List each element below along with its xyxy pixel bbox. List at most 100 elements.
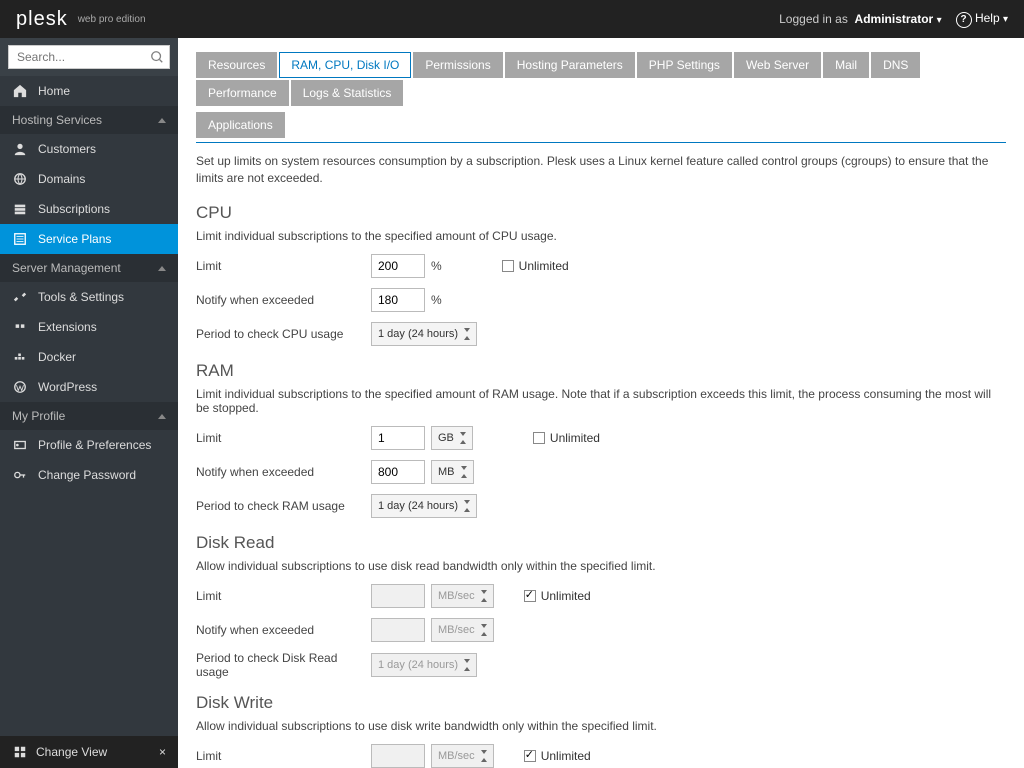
topbar: plesk web pro edition Logged in as Admin… (0, 0, 1024, 38)
sidebar-item-domains[interactable]: Domains (0, 164, 178, 194)
tab-php-settings[interactable]: PHP Settings (637, 52, 732, 78)
sidebar-item-customers[interactable]: Customers (0, 134, 178, 164)
sidebar-section-server[interactable]: Server Management (0, 254, 178, 282)
ram-limit-label: Limit (196, 431, 371, 445)
sidebar-item-label: Tools & Settings (38, 290, 124, 304)
cpu-period-select[interactable]: 1 day (24 hours) (371, 322, 477, 346)
sidebar-item-subscriptions[interactable]: Subscriptions (0, 194, 178, 224)
sidebar-item-label: Extensions (38, 320, 97, 334)
diskwrite-unlimited-label: Unlimited (541, 749, 591, 763)
ram-limit-input[interactable] (371, 426, 425, 450)
tab-applications[interactable]: Applications (196, 112, 285, 138)
diskread-period-label: Period to check Disk Read usage (196, 651, 371, 679)
sidebar-item-label: Profile & Preferences (38, 438, 151, 452)
section-desc-diskwrite: Allow individual subscriptions to use di… (196, 719, 1006, 733)
section-title-diskread: Disk Read (196, 533, 1006, 553)
diskread-unlimited-label: Unlimited (541, 589, 591, 603)
diskread-limit-label: Limit (196, 589, 371, 603)
cpu-notify-label: Notify when exceeded (196, 293, 371, 307)
tab-mail[interactable]: Mail (823, 52, 869, 78)
diskread-period-select[interactable]: 1 day (24 hours) (371, 653, 477, 677)
tab-hosting-parameters[interactable]: Hosting Parameters (505, 52, 635, 78)
ram-notify-label: Notify when exceeded (196, 465, 371, 479)
help-icon: ? (956, 12, 972, 28)
user-menu[interactable]: Administrator ▾ (855, 12, 942, 26)
cpu-notify-unit: % (431, 293, 442, 307)
tab-dns[interactable]: DNS (871, 52, 920, 78)
cpu-notify-input[interactable] (371, 288, 425, 312)
ram-period-label: Period to check RAM usage (196, 499, 371, 513)
section-title-ram: RAM (196, 361, 1006, 381)
sidebar-item-label: Customers (38, 142, 96, 156)
tab-web-server[interactable]: Web Server (734, 52, 821, 78)
sidebar-item-extensions[interactable]: Extensions (0, 312, 178, 342)
grid-icon (12, 744, 28, 760)
sidebar-item-label: Subscriptions (38, 202, 110, 216)
ram-notify-unit-select[interactable]: MB (431, 460, 474, 484)
edition-text: web pro edition (78, 14, 146, 25)
cpu-limit-unit: % (431, 259, 442, 273)
docker-icon (12, 349, 28, 365)
sidebar-item-label: WordPress (38, 380, 97, 394)
search-input[interactable] (8, 45, 170, 69)
change-view-bar[interactable]: Change View × (0, 736, 178, 768)
diskwrite-unlimited-checkbox[interactable] (524, 750, 536, 762)
content: Resources RAM, CPU, Disk I/O Permissions… (178, 38, 1024, 768)
diskread-limit-input[interactable] (371, 584, 425, 608)
sidebar-item-home[interactable]: Home (0, 76, 178, 106)
logged-in-label: Logged in as Administrator ▾ (779, 12, 941, 26)
diskread-unlimited-checkbox[interactable] (524, 590, 536, 602)
key-icon (12, 467, 28, 483)
sidebar-item-label: Change Password (38, 468, 136, 482)
ram-limit-unit-select[interactable]: GB (431, 426, 473, 450)
puzzle-icon (12, 319, 28, 335)
diskread-notify-input[interactable] (371, 618, 425, 642)
diskwrite-limit-unit-select[interactable]: MB/sec (431, 744, 494, 768)
tab-performance[interactable]: Performance (196, 80, 289, 106)
sidebar-item-docker[interactable]: Docker (0, 342, 178, 372)
home-icon (12, 83, 28, 99)
diskread-limit-unit-select[interactable]: MB/sec (431, 584, 494, 608)
user-icon (12, 141, 28, 157)
sidebar-item-change-password[interactable]: Change Password (0, 460, 178, 490)
cpu-limit-input[interactable] (371, 254, 425, 278)
id-icon (12, 437, 28, 453)
diskwrite-limit-input[interactable] (371, 744, 425, 768)
tab-resources[interactable]: Resources (196, 52, 277, 78)
cpu-period-label: Period to check CPU usage (196, 327, 371, 341)
close-icon[interactable]: × (159, 745, 166, 759)
section-desc-ram: Limit individual subscriptions to the sp… (196, 387, 1006, 415)
collapse-icon (158, 414, 166, 419)
ram-unlimited-label: Unlimited (550, 431, 600, 445)
ram-notify-input[interactable] (371, 460, 425, 484)
tab-logs-statistics[interactable]: Logs & Statistics (291, 80, 404, 106)
sidebar-section-profile[interactable]: My Profile (0, 402, 178, 430)
sidebar: Home Hosting Services Customers Domains … (0, 38, 178, 768)
sidebar-item-wordpress[interactable]: WordPress (0, 372, 178, 402)
sidebar-item-service-plans[interactable]: Service Plans (0, 224, 178, 254)
logo: plesk web pro edition (16, 8, 146, 31)
stack-icon (12, 201, 28, 217)
section-desc-cpu: Limit individual subscriptions to the sp… (196, 229, 1006, 243)
sidebar-section-hosting[interactable]: Hosting Services (0, 106, 178, 134)
tabs-row1: Resources RAM, CPU, Disk I/O Permissions… (196, 52, 1006, 106)
ram-unlimited-checkbox[interactable] (533, 432, 545, 444)
tabs-row2: Applications (196, 112, 1006, 138)
list-icon (12, 231, 28, 247)
diskread-notify-unit-select[interactable]: MB/sec (431, 618, 494, 642)
tab-underline (196, 142, 1006, 143)
sidebar-item-tools-settings[interactable]: Tools & Settings (0, 282, 178, 312)
cpu-unlimited-checkbox[interactable] (502, 260, 514, 272)
help-menu[interactable]: ? Help ▾ (956, 11, 1008, 28)
section-title-cpu: CPU (196, 203, 1006, 223)
cpu-limit-label: Limit (196, 259, 371, 273)
intro-text: Set up limits on system resources consum… (196, 153, 1006, 187)
diskread-notify-label: Notify when exceeded (196, 623, 371, 637)
wordpress-icon (12, 379, 28, 395)
sidebar-item-label: Domains (38, 172, 85, 186)
tab-ram-cpu-disk[interactable]: RAM, CPU, Disk I/O (279, 52, 411, 78)
sidebar-item-label: Service Plans (38, 232, 111, 246)
ram-period-select[interactable]: 1 day (24 hours) (371, 494, 477, 518)
tab-permissions[interactable]: Permissions (413, 52, 502, 78)
sidebar-item-profile-preferences[interactable]: Profile & Preferences (0, 430, 178, 460)
